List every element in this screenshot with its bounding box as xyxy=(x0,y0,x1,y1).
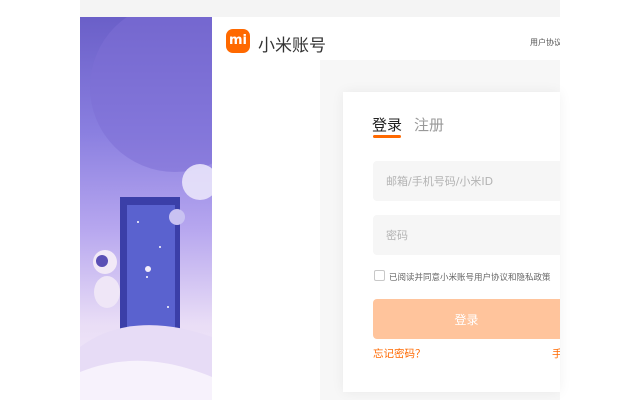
account-input[interactable] xyxy=(373,161,560,201)
header: mi 小米账号 用户协议 xyxy=(212,17,560,73)
phone-login-link[interactable]: 手 xyxy=(552,346,560,361)
forgot-password-link[interactable]: 忘记密码？ xyxy=(373,346,426,361)
agreement-text: 已阅读并同意小米账号用户协议和隐私政策 xyxy=(389,273,551,283)
login-card: 登录 注册 已阅读并同意小米账号用户协议和隐私政策 登录 忘记密码？ 手 xyxy=(343,92,560,392)
active-tab-indicator xyxy=(373,135,401,138)
brand-title: 小米账号 xyxy=(258,36,326,56)
tab-register[interactable]: 注册 xyxy=(414,114,444,135)
hero-illustration xyxy=(80,17,212,400)
agreement-checkbox[interactable] xyxy=(374,270,385,281)
user-agreement-link[interactable]: 用户协议 xyxy=(530,37,560,48)
password-input[interactable] xyxy=(373,215,560,255)
tab-login[interactable]: 登录 xyxy=(372,114,402,135)
top-strip xyxy=(80,0,560,17)
login-button[interactable]: 登录 xyxy=(373,299,560,339)
space-scene-illustration xyxy=(80,17,212,400)
mi-logo: mi xyxy=(226,29,250,53)
